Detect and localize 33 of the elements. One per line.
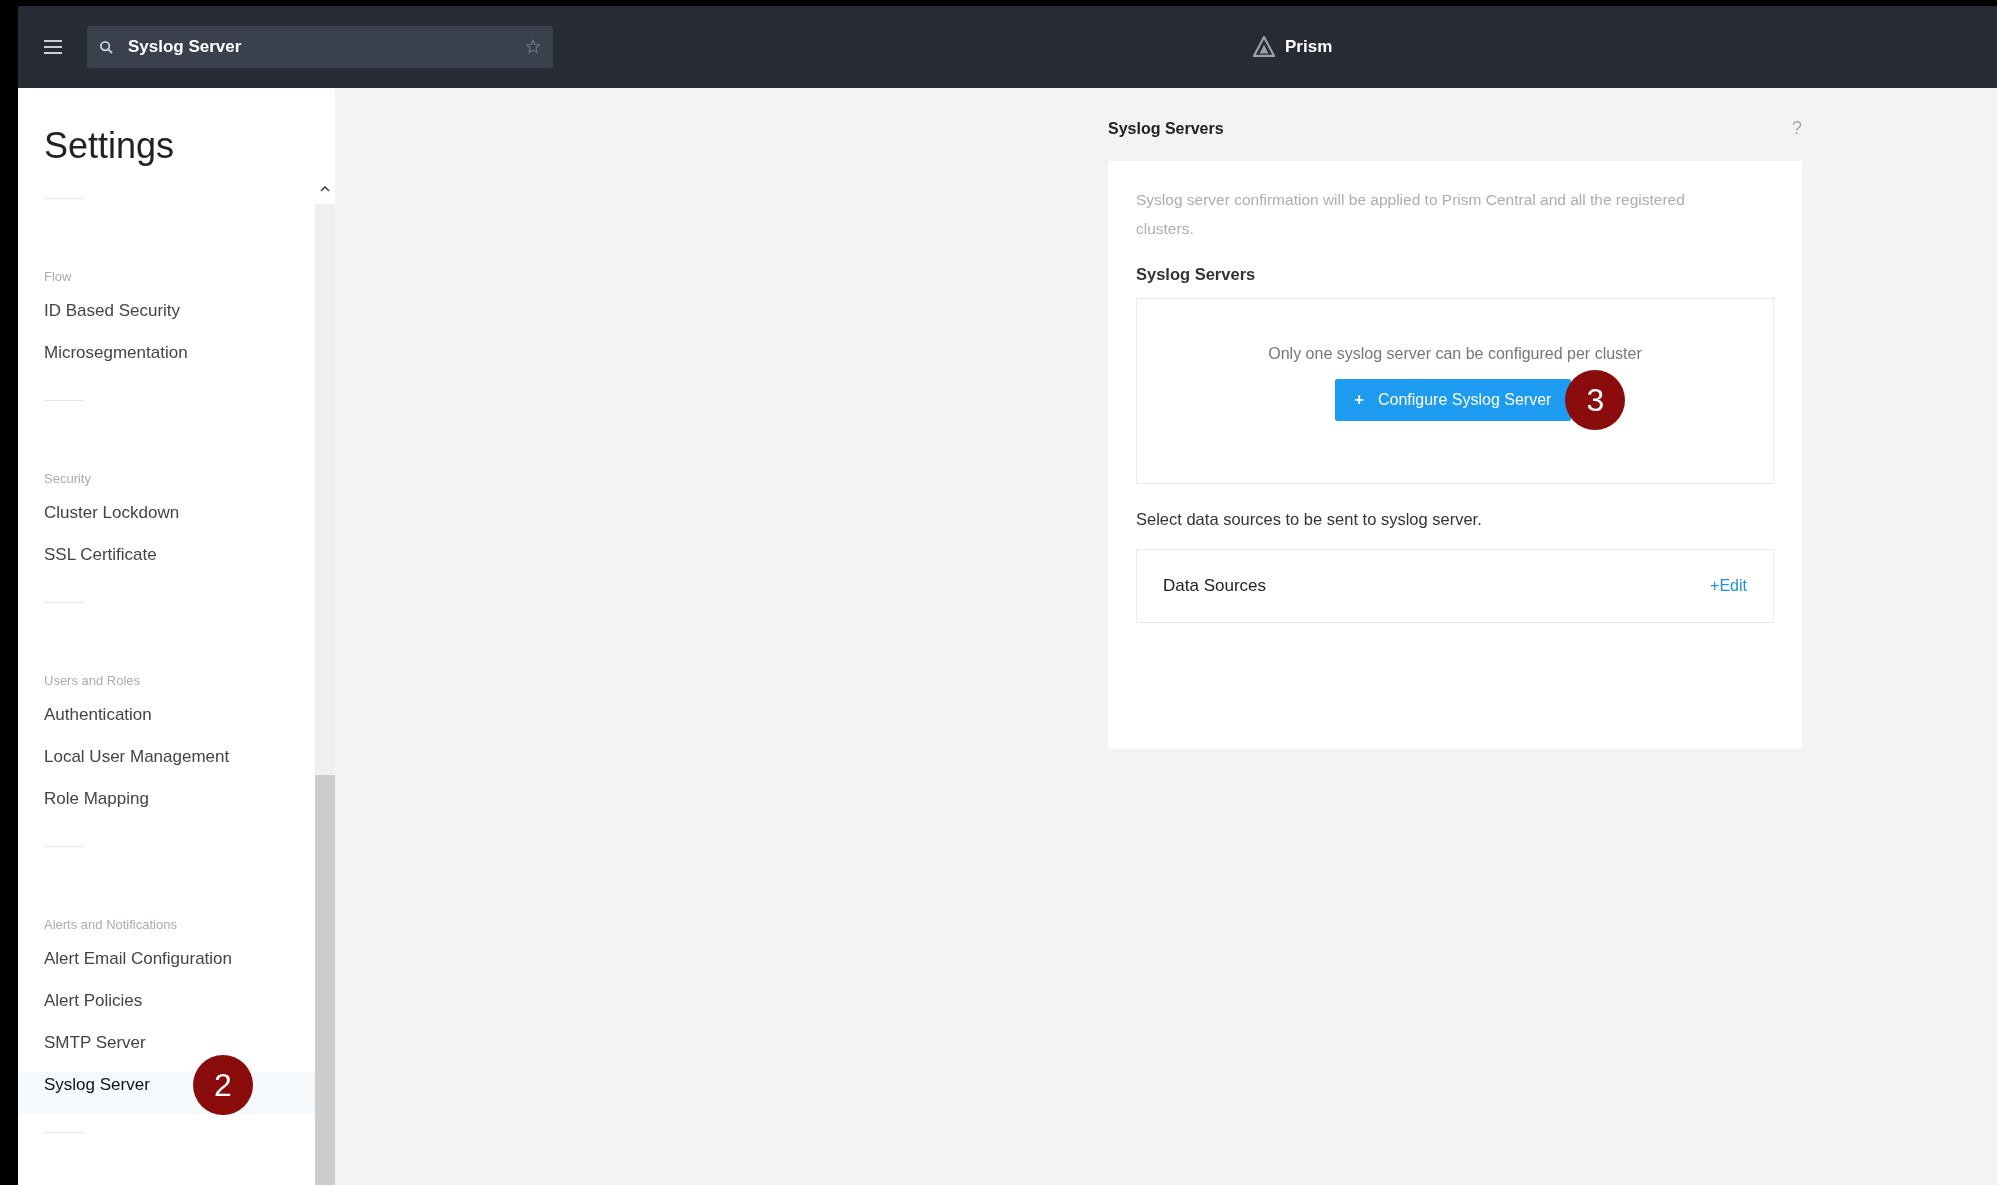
sidebar-item[interactable]: Authentication bbox=[44, 702, 160, 744]
triangle-logo-icon bbox=[1253, 36, 1275, 58]
sources-note: Select data sources to be sent to syslog server. bbox=[1136, 510, 1483, 529]
app-name: Prism bbox=[1285, 37, 1333, 57]
step-badge: 3 bbox=[1565, 370, 1626, 430]
search-bar[interactable]: Syslog Server bbox=[87, 26, 553, 68]
sidebar-item[interactable]: ID Based Security bbox=[44, 298, 189, 340]
star-icon[interactable] bbox=[525, 39, 541, 55]
section-header: Users and Roles bbox=[44, 673, 142, 688]
section-header: Alerts and Notifications bbox=[44, 917, 178, 932]
section-header: Security bbox=[44, 471, 92, 486]
section-header: Flow bbox=[44, 269, 73, 284]
step-badge: 2 bbox=[193, 1055, 253, 1115]
section-heading: Syslog Servers bbox=[1136, 265, 1257, 284]
scroll-up-icon[interactable] bbox=[320, 186, 330, 192]
panel-title: Syslog Servers bbox=[1108, 119, 1224, 138]
settings-title: Settings bbox=[44, 125, 176, 167]
sidebar-item[interactable]: SMTP Server bbox=[44, 1030, 154, 1072]
sidebar-item[interactable]: SSL Certificate bbox=[44, 542, 165, 584]
sidebar-item[interactable]: Microsegmentation bbox=[44, 340, 196, 382]
servers-note: Only one syslog server can be configured per cluster bbox=[1268, 345, 1642, 363]
sidebar-item[interactable]: Role Mapping bbox=[44, 786, 157, 828]
scrollbar-thumb[interactable] bbox=[315, 775, 335, 1185]
search-icon bbox=[99, 39, 114, 55]
sidebar-item[interactable]: Syslog Server bbox=[44, 1072, 158, 1114]
sources-label: Data Sources bbox=[1163, 576, 1266, 596]
sidebar-item[interactable]: Alert Policies bbox=[44, 988, 151, 1030]
search-field[interactable]: Syslog Server bbox=[128, 37, 525, 57]
sidebar-item[interactable]: Alert Email Configuration bbox=[44, 946, 241, 988]
menu-icon[interactable] bbox=[44, 39, 62, 55]
sidebar-item[interactable]: Local User Management bbox=[44, 744, 238, 786]
description-text: Syslog server confirmation will be applied to Prism Central and all the registered clusters. bbox=[1136, 190, 1686, 239]
sidebar-item[interactable]: Cluster Lockdown bbox=[44, 500, 188, 542]
